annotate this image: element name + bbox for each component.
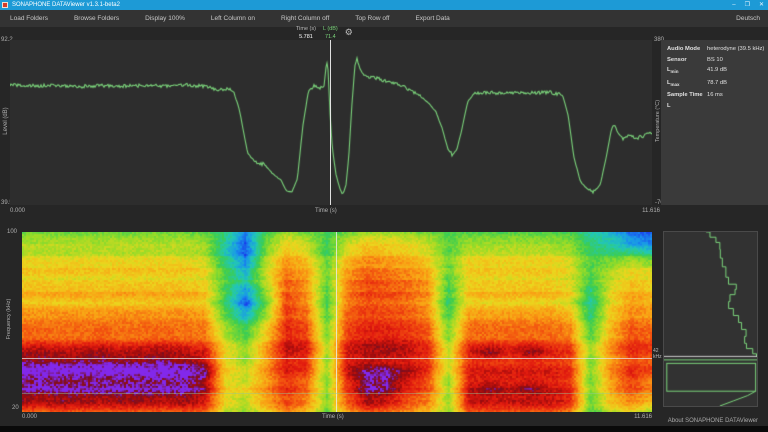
info-row: Lmin41.9 dB	[661, 65, 768, 78]
info-label: Sample Time L	[667, 90, 707, 111]
info-label: Lmax	[667, 78, 707, 91]
menubar: Load FoldersBrowse FoldersDisplay 100%Le…	[0, 10, 768, 27]
about-link[interactable]: About SONAPHONE DATAViewer	[668, 418, 758, 424]
frequency-cursor-line[interactable]	[22, 358, 652, 359]
app-window: SONAPHONE DATAViewer v1.3.1-beta2 – ❐ ✕ …	[0, 0, 768, 432]
cursor-readout: Time (s) 5.781 L (dB) 71.4 ⚙	[296, 26, 353, 40]
frequency-marker-readout: 42 kHz	[653, 348, 663, 360]
menu-item-top-row-off[interactable]: Top Row off	[342, 15, 402, 22]
level-xaxis-min: 0.000	[10, 208, 25, 214]
menu-item-left-column-on[interactable]: Left Column on	[198, 15, 268, 22]
menu-item-export-data[interactable]: Export Data	[402, 15, 462, 22]
app-icon	[2, 2, 8, 8]
frequency-marker-line	[22, 393, 652, 394]
level-xaxis-title: Time (s)	[315, 208, 337, 214]
spec-xaxis-title: Time (s)	[322, 414, 344, 420]
bottom-strip	[0, 426, 768, 432]
info-row: Sample Time L16 ms	[661, 90, 768, 111]
titlebar: SONAPHONE DATAViewer v1.3.1-beta2 – ❐ ✕	[0, 0, 768, 10]
menu-item-display-100-[interactable]: Display 100%	[132, 15, 198, 22]
info-row: Audio Modeheterodyne (39.5 kHz)	[661, 44, 768, 55]
window-title: SONAPHONE DATAViewer v1.3.1-beta2	[12, 0, 120, 10]
measurement-info-panel: Audio Modeheterodyne (39.5 kHz)SensorBS …	[661, 40, 768, 205]
maximize-button[interactable]: ❐	[745, 0, 750, 10]
info-label: Audio Mode	[667, 44, 707, 55]
freq-axis-title: Frequency (kHz)	[6, 289, 12, 349]
minimize-button[interactable]: –	[732, 0, 735, 10]
spectrum-profile-panel[interactable]	[663, 231, 758, 407]
spec-xaxis-min: 0.000	[22, 414, 37, 420]
menu-item-browse-folders[interactable]: Browse Folders	[61, 15, 132, 22]
info-label: Lmin	[667, 65, 707, 78]
info-value: BS 10	[707, 55, 768, 66]
spectrogram-plot[interactable]	[22, 232, 652, 412]
freq-axis-min: 20	[12, 405, 19, 411]
gear-icon[interactable]: ⚙	[345, 26, 353, 40]
info-label: Sensor	[667, 55, 707, 66]
level-xaxis-max: 11.616	[630, 208, 660, 214]
info-value: 78.7 dB	[707, 78, 768, 91]
cursor-time-label: Time (s)	[296, 26, 316, 33]
freq-axis-max: 100	[7, 229, 17, 235]
menu-item-right-column-off[interactable]: Right Column off	[268, 15, 342, 22]
spec-xaxis-max: 11.616	[622, 414, 652, 420]
frequency-marker-unit: kHz	[653, 354, 663, 360]
menu-item-load-folders[interactable]: Load Folders	[0, 15, 61, 22]
info-value: 16 ms	[707, 90, 768, 111]
time-cursor-line-spectrogram[interactable]	[336, 232, 337, 412]
close-button[interactable]: ✕	[759, 0, 764, 10]
info-row: SensorBS 10	[661, 55, 768, 66]
language-button[interactable]: Deutsch	[736, 15, 760, 22]
time-cursor-line[interactable]	[330, 40, 331, 205]
level-axis-title: Level (dB)	[3, 101, 9, 141]
info-value: 41.9 dB	[707, 65, 768, 78]
level-plot[interactable]	[10, 40, 652, 205]
info-row: Lmax78.7 dB	[661, 78, 768, 91]
info-value: heterodyne (39.5 kHz)	[707, 44, 768, 55]
cursor-level-label: L (dB)	[323, 26, 338, 33]
